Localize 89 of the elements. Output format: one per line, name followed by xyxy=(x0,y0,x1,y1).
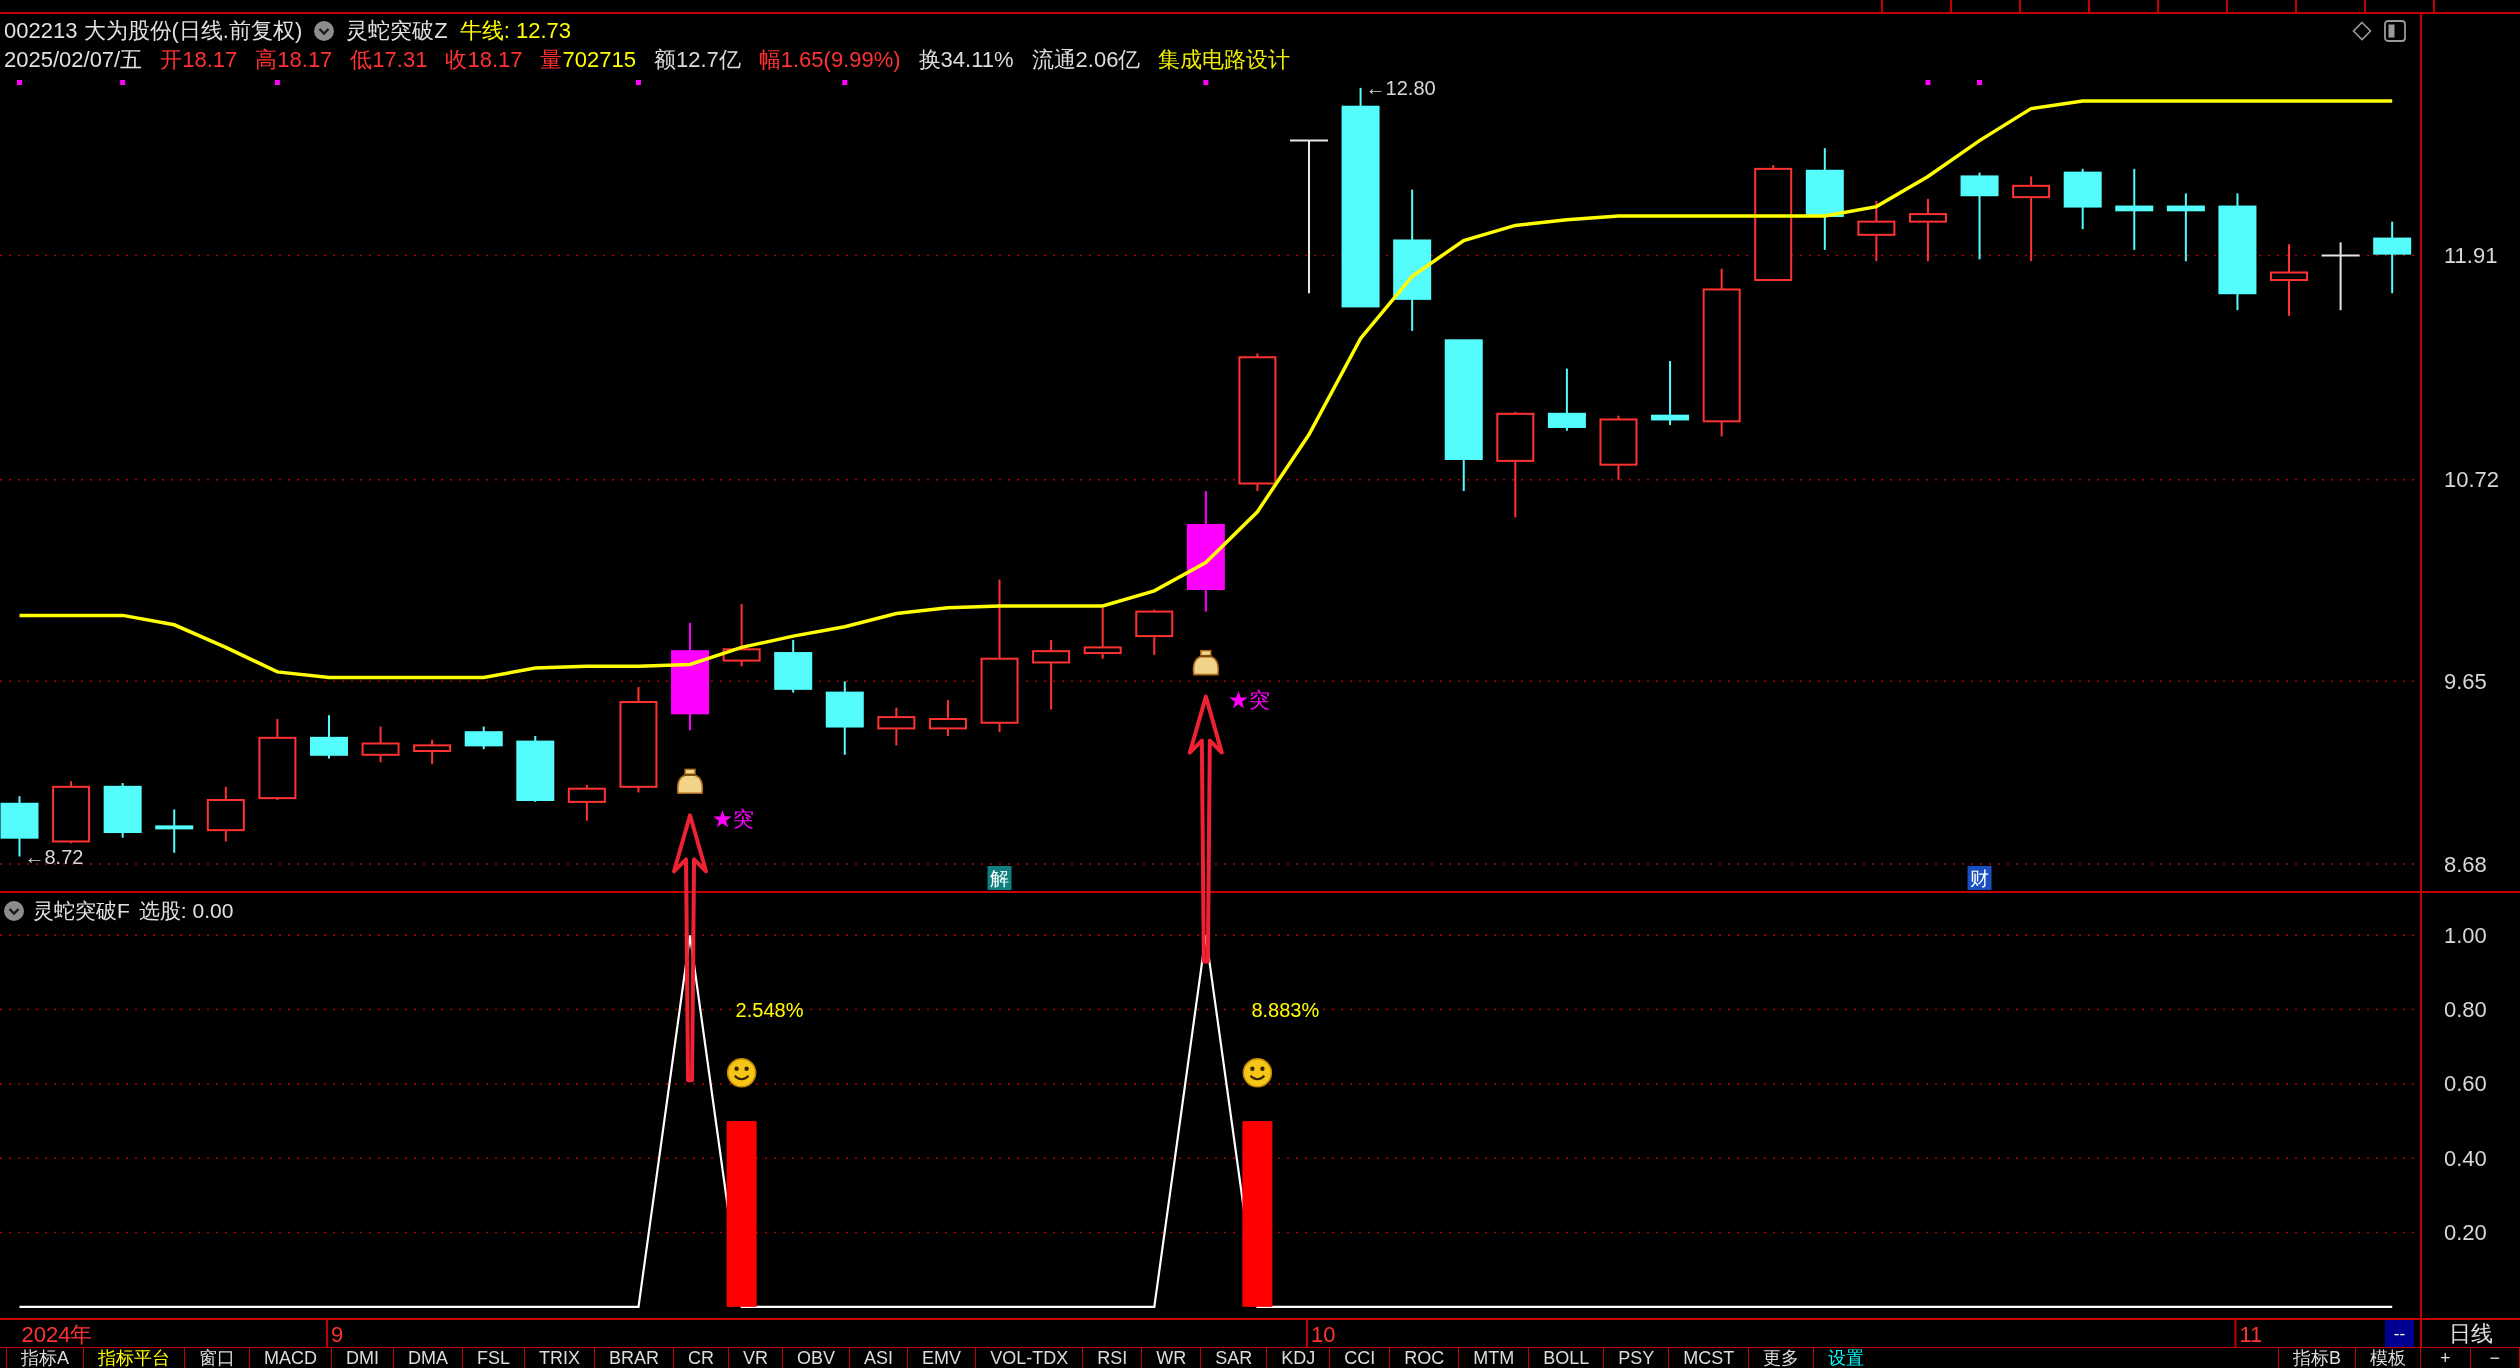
chevron-down-icon[interactable] xyxy=(314,21,335,41)
indicator-name: 灵蛇突破Z xyxy=(346,17,448,45)
quote-date: 2025/02/07/五 xyxy=(4,46,143,74)
quote-label: 收 xyxy=(445,46,468,74)
tab[interactable]: MACD xyxy=(249,1348,331,1368)
axis-label: 10.72 xyxy=(2444,467,2500,493)
chevron-down-icon[interactable] xyxy=(4,901,24,921)
tab[interactable]: SAR xyxy=(1200,1348,1267,1368)
axis-label: 9.65 xyxy=(2444,668,2487,694)
quote-value: 12.7亿 xyxy=(675,46,741,74)
industry-label: 集成电路设计 xyxy=(1158,46,1291,74)
quote-value: 702715 xyxy=(562,46,636,74)
period-button[interactable]: 日线 xyxy=(2422,1320,2520,1347)
quote-label: 低 xyxy=(350,46,373,74)
tab[interactable]: 指标B xyxy=(2278,1348,2355,1368)
date-label: 2024年 xyxy=(21,1321,93,1347)
tab[interactable]: CCI xyxy=(1329,1348,1390,1368)
tab[interactable]: DMA xyxy=(393,1348,462,1368)
axis-label: 11.91 xyxy=(2444,243,2498,269)
tab[interactable]: MTM xyxy=(1458,1348,1529,1368)
date-label: 11 xyxy=(2239,1321,2263,1347)
smiley-icon xyxy=(726,1058,757,1088)
date-label: 10 xyxy=(1311,1321,1336,1347)
quote-value: 18.17 xyxy=(467,46,523,74)
diamond-icon[interactable] xyxy=(2352,21,2372,41)
tab[interactable]: TRIX xyxy=(524,1348,595,1368)
tab[interactable]: FSL xyxy=(462,1348,525,1368)
quote-label: 开 xyxy=(160,46,183,74)
quote-value: 2.06亿 xyxy=(1075,46,1141,74)
stock-title: 002213 大为股份(日线.前复权) xyxy=(4,17,303,45)
smiley-icon xyxy=(1242,1058,1273,1088)
price-label: ←12.80 xyxy=(1365,76,1436,99)
axis-label: 8.68 xyxy=(2444,851,2487,877)
tab[interactable]: 指标平台 xyxy=(83,1348,184,1368)
price-label: ←8.72 xyxy=(24,845,84,868)
tab[interactable]: MCST xyxy=(1668,1348,1749,1368)
marker-tag: 财 xyxy=(1967,866,1992,890)
tab[interactable]: BRAR xyxy=(594,1348,674,1368)
tab[interactable]: PSY xyxy=(1603,1348,1669,1368)
tab[interactable]: WR xyxy=(1141,1348,1201,1368)
quote-value: 34.11% xyxy=(940,46,1014,74)
tab[interactable]: 窗口 xyxy=(184,1348,249,1368)
axis-label: 1.00 xyxy=(2444,922,2487,948)
tab[interactable]: 设置 xyxy=(1813,1348,1879,1368)
tab[interactable]: CR xyxy=(673,1348,729,1368)
tab[interactable]: KDJ xyxy=(1266,1348,1330,1368)
quote-label: 额 xyxy=(653,46,676,74)
quote-label: 高 xyxy=(255,46,278,74)
date-label: 9 xyxy=(331,1321,344,1347)
bag-icon xyxy=(1192,649,1219,676)
quote-value: 18.17 xyxy=(277,46,333,74)
axis-label: 0.40 xyxy=(2444,1145,2487,1171)
tab[interactable]: ASI xyxy=(849,1348,908,1368)
panel-layout-icon[interactable] xyxy=(2384,20,2406,42)
tab[interactable]: OBV xyxy=(782,1348,850,1368)
quote-value: 17.31 xyxy=(372,46,428,74)
tab[interactable]: VOL-TDX xyxy=(975,1348,1083,1368)
tab[interactable]: 指标A xyxy=(6,1348,83,1368)
percent-label: 2.548% xyxy=(735,998,804,1021)
percent-label: 8.883% xyxy=(1251,998,1320,1021)
tab[interactable]: BOLL xyxy=(1528,1348,1604,1368)
indicator-reading: 牛线: 12.73 xyxy=(459,17,572,45)
indicator-reading: 选股: 0.00 xyxy=(138,898,234,924)
tab[interactable]: DMI xyxy=(331,1348,393,1368)
quote-label: 换 xyxy=(918,46,941,74)
indicator-name: 灵蛇突破F xyxy=(33,898,130,924)
toggle-button[interactable]: -- xyxy=(2385,1320,2414,1347)
tab[interactable]: EMV xyxy=(907,1348,976,1368)
stepper-button[interactable]: − xyxy=(2470,1348,2520,1368)
axis-label: 0.20 xyxy=(2444,1220,2487,1246)
bag-icon xyxy=(676,768,704,795)
quote-value: 1.65(9.99%) xyxy=(780,46,901,74)
quote-label: 量 xyxy=(540,46,563,74)
tab[interactable]: 更多 xyxy=(1748,1348,1814,1368)
axis-label: 0.60 xyxy=(2444,1071,2487,1097)
signal-label: ★突 xyxy=(1227,688,1270,712)
quote-label: 流通 xyxy=(1031,46,1076,74)
marker-tag: 解 xyxy=(987,866,1012,890)
stepper-button[interactable]: + xyxy=(2421,1348,2471,1368)
tab[interactable]: 模板 xyxy=(2355,1348,2420,1368)
up-arrow-icon xyxy=(1187,694,1224,964)
quote-value: 18.17 xyxy=(182,46,238,74)
axis-label: 0.80 xyxy=(2444,997,2487,1023)
tab[interactable]: VR xyxy=(728,1348,783,1368)
tab[interactable]: RSI xyxy=(1082,1348,1142,1368)
signal-label: ★突 xyxy=(712,806,755,830)
quote-label: 幅 xyxy=(758,46,781,74)
up-arrow-icon xyxy=(672,813,709,1083)
tab[interactable]: ROC xyxy=(1389,1348,1459,1368)
